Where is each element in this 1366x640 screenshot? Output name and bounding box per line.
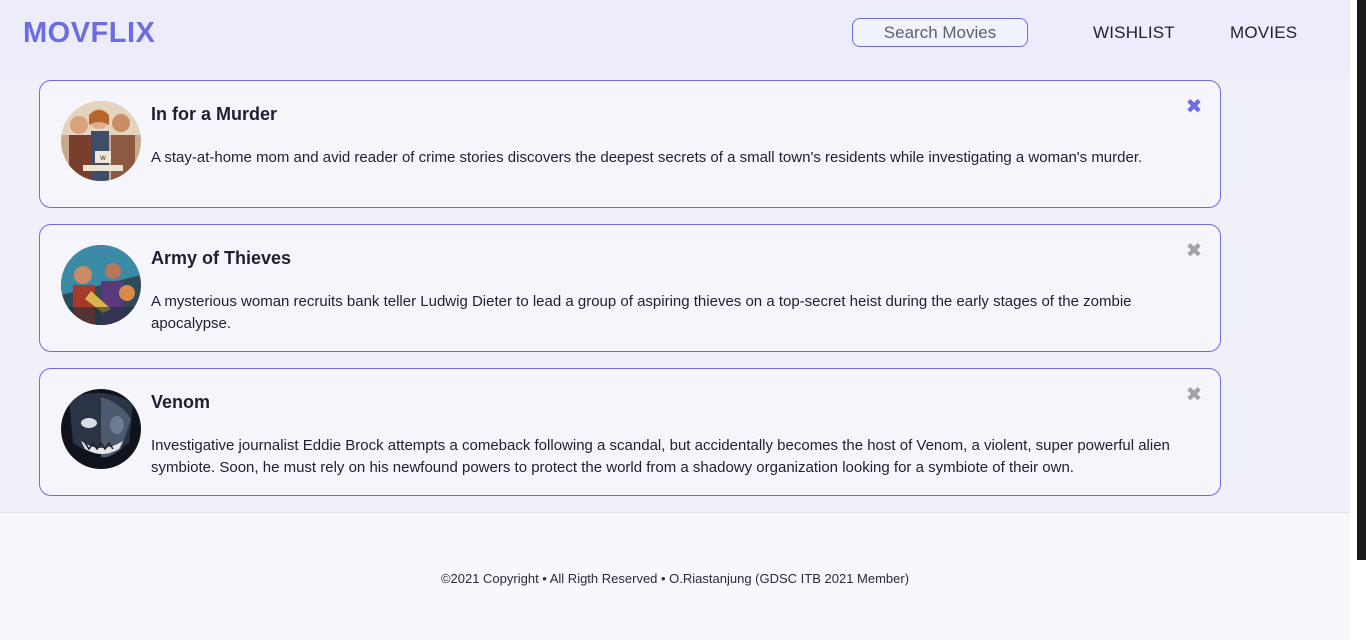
movie-title: In for a Murder xyxy=(151,104,278,124)
poster-venom xyxy=(61,389,141,469)
movie-card: Venom Investigative journalist Eddie Bro… xyxy=(39,368,1221,496)
movie-card: W In for a Murder A stay-at-home mom and… xyxy=(39,80,1221,208)
movie-poster xyxy=(61,245,141,325)
movie-description: A mysterious woman recruits bank teller … xyxy=(151,293,1132,332)
remove-icon[interactable]: ✖ xyxy=(1184,385,1204,405)
movie-description: Investigative journalist Eddie Brock att… xyxy=(151,437,1170,476)
wishlist-list: W In for a Murder A stay-at-home mom and… xyxy=(0,78,1350,513)
logo[interactable]: MOVFLIX xyxy=(23,17,155,50)
poster-in-for-a-murder: W xyxy=(61,101,141,181)
poster-army-of-thieves xyxy=(61,245,141,325)
movie-description: A stay-at-home mom and avid reader of cr… xyxy=(151,149,1143,166)
movie-card: Army of Thieves A mysterious woman recru… xyxy=(39,224,1221,352)
navbar: MOVFLIX WISHLIST MOVIES xyxy=(0,0,1350,78)
nav-link-movies[interactable]: MOVIES xyxy=(1230,23,1297,43)
movie-title: Army of Thieves xyxy=(151,248,292,268)
nav-link-wishlist[interactable]: WISHLIST xyxy=(1093,23,1175,43)
remove-icon[interactable]: ✖ xyxy=(1184,97,1204,117)
svg-text:W: W xyxy=(100,155,106,162)
search-input[interactable] xyxy=(852,18,1028,47)
movie-poster xyxy=(61,389,141,469)
scrollbar-thumb[interactable] xyxy=(1357,0,1366,560)
remove-icon[interactable]: ✖ xyxy=(1184,241,1204,261)
footer-copyright: ©2021 Copyright • All Rigth Reserved • O… xyxy=(440,571,910,586)
movie-title: Venom xyxy=(151,392,211,412)
movie-poster: W xyxy=(61,101,141,181)
page: MOVFLIX WISHLIST MOVIES W xyxy=(0,0,1350,640)
scrollbar[interactable] xyxy=(1350,0,1366,640)
